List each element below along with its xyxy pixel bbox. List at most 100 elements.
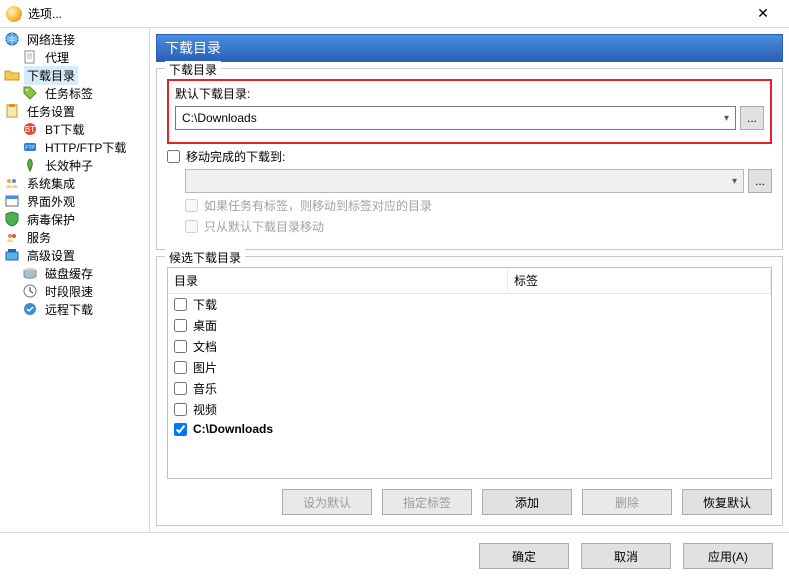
tree-item-label: 时段限速 [42, 282, 96, 301]
chevron-down-icon: ▾ [732, 176, 737, 187]
tree-item-label: 任务设置 [24, 102, 78, 121]
row-label: 桌面 [193, 317, 217, 334]
remote-icon [22, 301, 38, 317]
row-checkbox[interactable] [174, 403, 187, 416]
move-from-default-label: 只从默认下载目录移动 [204, 218, 324, 235]
default-dir-label: 默认下载目录: [175, 85, 764, 102]
tree-item-10[interactable]: 病毒保护 [0, 210, 149, 228]
col-tag: 标签 [508, 268, 771, 293]
table-row[interactable]: 视频 [168, 399, 771, 420]
http-icon: FTP [22, 139, 38, 155]
chevron-down-icon: ▾ [724, 113, 729, 124]
browse-move-button[interactable]: ... [748, 169, 772, 193]
table-row[interactable]: 图片 [168, 357, 771, 378]
tree-item-6[interactable]: FTP HTTP/FTP下载 [0, 138, 149, 156]
disk-icon [22, 265, 38, 281]
tag-icon [22, 85, 38, 101]
bt-icon: BT [22, 121, 38, 137]
tree-item-label: 病毒保护 [24, 210, 78, 229]
default-dir-combo[interactable]: C:\Downloads ▾ [175, 106, 736, 130]
move-from-default-checkbox: 只从默认下载目录移动 [185, 218, 772, 235]
tree-item-label: 系统集成 [24, 174, 78, 193]
row-label: 音乐 [193, 380, 217, 397]
move-done-checkbox[interactable]: 移动完成的下载到: [167, 148, 772, 165]
close-button[interactable]: ✕ [743, 0, 783, 27]
set-default-button: 设为默认 [282, 489, 372, 515]
move-done-label: 移动完成的下载到: [186, 148, 285, 165]
add-button[interactable]: 添加 [482, 489, 572, 515]
table-row[interactable]: 音乐 [168, 378, 771, 399]
tree-item-label: 服务 [24, 228, 54, 247]
row-label: C:\Downloads [193, 422, 273, 436]
tree-item-7[interactable]: 长效种子 [0, 156, 149, 174]
tree-item-label: 远程下载 [42, 300, 96, 319]
globe-icon [4, 31, 20, 47]
tree-item-label: 磁盘缓存 [42, 264, 96, 283]
users-icon [4, 175, 20, 191]
table-row[interactable]: C:\Downloads [168, 420, 771, 438]
apply-button[interactable]: 应用(A) [683, 543, 773, 569]
seed-icon [22, 157, 38, 173]
row-checkbox[interactable] [174, 340, 187, 353]
adv-icon [4, 247, 20, 263]
tree-item-label: 下载目录 [24, 66, 78, 85]
tree-item-label: 界面外观 [24, 192, 78, 211]
download-directory-legend: 下载目录 [165, 61, 221, 78]
browse-default-button[interactable]: ... [740, 106, 764, 130]
move-done-combo: ▾ [185, 169, 744, 193]
app-icon [6, 6, 22, 22]
tree-item-label: HTTP/FTP下载 [42, 138, 129, 157]
row-checkbox[interactable] [174, 298, 187, 311]
row-checkbox[interactable] [174, 319, 187, 332]
tree-item-0[interactable]: 网络连接 [0, 30, 149, 48]
tree-item-5[interactable]: BT BT下载 [0, 120, 149, 138]
tree-item-15[interactable]: 远程下载 [0, 300, 149, 318]
move-done-input[interactable] [167, 150, 180, 163]
tree-item-8[interactable]: 系统集成 [0, 174, 149, 192]
row-label: 下载 [193, 296, 217, 313]
service-icon [4, 229, 20, 245]
tree-item-13[interactable]: 磁盘缓存 [0, 264, 149, 282]
candidate-table[interactable]: 目录 标签 下载桌面文档图片音乐视频C:\Downloads [167, 267, 772, 479]
tree-item-1[interactable]: 代理 [0, 48, 149, 66]
set-tag-button: 指定标签 [382, 489, 472, 515]
candidate-dir-group: 候选下载目录 目录 标签 下载桌面文档图片音乐视频C:\Downloads 设为… [156, 256, 783, 526]
dialog-footer: 确定 取消 应用(A) [0, 532, 789, 579]
svg-text:BT: BT [25, 125, 35, 134]
window-title: 选项... [28, 5, 743, 22]
tree-item-4[interactable]: 任务设置 [0, 102, 149, 120]
highlight-box: 默认下载目录: C:\Downloads ▾ ... [167, 79, 772, 144]
row-label: 图片 [193, 359, 217, 376]
move-by-tag-checkbox: 如果任务有标签，则移动到标签对应的目录 [185, 197, 772, 214]
row-checkbox[interactable] [174, 382, 187, 395]
tree-item-9[interactable]: 界面外观 [0, 192, 149, 210]
row-checkbox[interactable] [174, 423, 187, 436]
tree-item-11[interactable]: 服务 [0, 228, 149, 246]
table-row[interactable]: 文档 [168, 336, 771, 357]
row-checkbox[interactable] [174, 361, 187, 374]
nav-tree[interactable]: 网络连接代理下载目录任务标签任务设置 BT BT下载 FTP HTTP/FTP下载长效种… [0, 28, 150, 532]
default-dir-value: C:\Downloads [182, 111, 257, 125]
tree-item-label: 任务标签 [42, 84, 96, 103]
shield-icon [4, 211, 20, 227]
svg-text:FTP: FTP [25, 145, 35, 151]
folder-open-icon [4, 67, 20, 83]
clipboard-icon [4, 103, 20, 119]
table-row[interactable]: 下载 [168, 294, 771, 315]
clock-icon [22, 283, 38, 299]
tree-item-14[interactable]: 时段限速 [0, 282, 149, 300]
cancel-button[interactable]: 取消 [581, 543, 671, 569]
row-label: 文档 [193, 338, 217, 355]
tree-item-label: 高级设置 [24, 246, 78, 265]
tree-item-label: 网络连接 [24, 30, 78, 49]
restore-default-button[interactable]: 恢复默认 [682, 489, 772, 515]
doc-icon [22, 49, 38, 65]
move-from-default-input [185, 220, 198, 233]
ok-button[interactable]: 确定 [479, 543, 569, 569]
download-directory-group: 下载目录 默认下载目录: C:\Downloads ▾ ... 移动完成的下载到… [156, 68, 783, 250]
table-row[interactable]: 桌面 [168, 315, 771, 336]
tree-item-2[interactable]: 下载目录 [0, 66, 149, 84]
tree-item-label: BT下载 [42, 120, 87, 139]
tree-item-3[interactable]: 任务标签 [0, 84, 149, 102]
tree-item-12[interactable]: 高级设置 [0, 246, 149, 264]
